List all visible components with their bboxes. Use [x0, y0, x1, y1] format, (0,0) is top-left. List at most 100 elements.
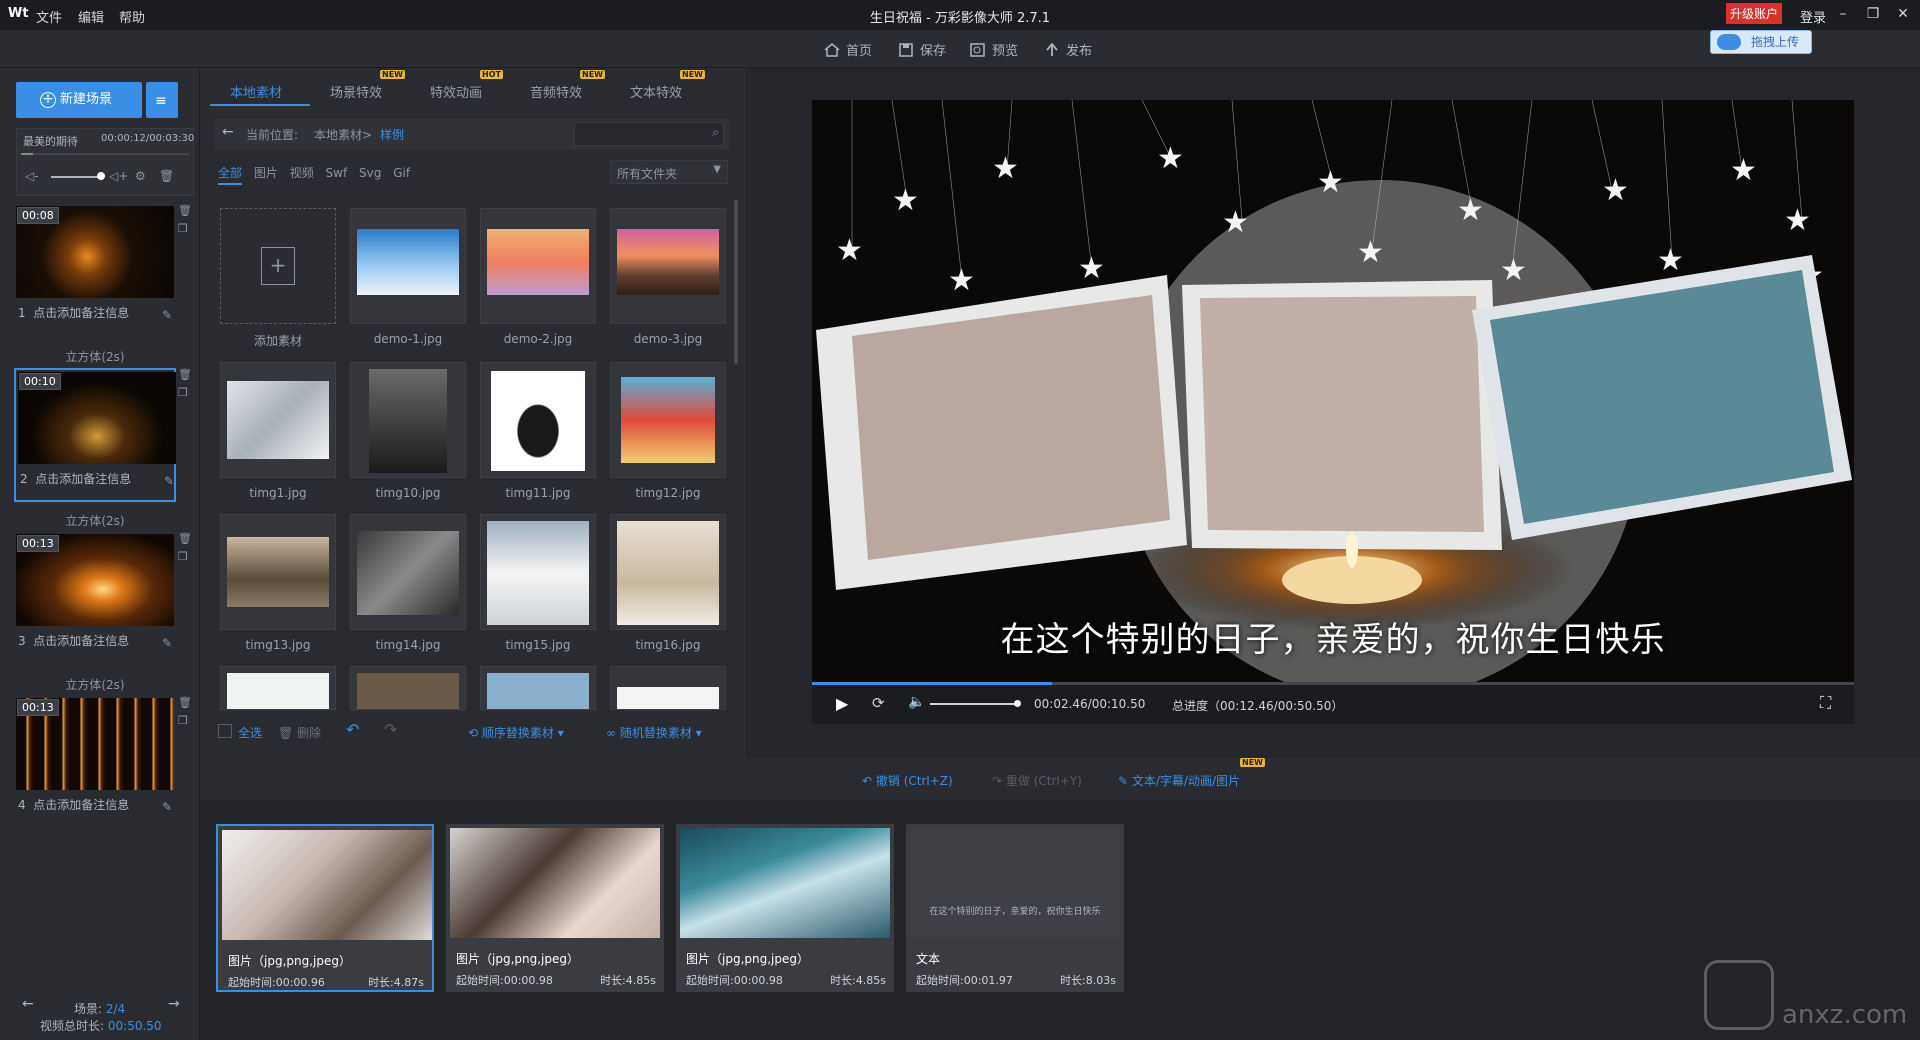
volume-knob[interactable] — [1014, 700, 1021, 707]
cloud-upload-button[interactable]: 拖拽上传 — [1710, 30, 1812, 54]
undo-icon[interactable]: ↶ — [346, 720, 359, 739]
close-icon[interactable]: ✕ — [1892, 4, 1914, 24]
timeline-item[interactable]: 在这个特别的日子，亲爱的，祝你生日快乐 文本 起始时间:00:01.97 时长:… — [906, 824, 1124, 992]
replay-icon[interactable]: ⟳ — [872, 694, 885, 712]
location-current[interactable]: 样例 — [380, 126, 404, 143]
edit-icon[interactable]: ✎ — [164, 474, 174, 488]
volume-down-icon[interactable]: ◁- — [25, 169, 39, 183]
material-item[interactable]: timg16.jpg — [610, 514, 726, 652]
volume-knob[interactable] — [97, 172, 105, 180]
location-path[interactable]: 本地素材> — [314, 126, 372, 143]
fullscreen-icon[interactable]: ⛶ — [1820, 693, 1831, 713]
redo-icon[interactable]: ↷ — [384, 720, 397, 739]
redo-button[interactable]: ↷ 重做 (Ctrl+Y) — [992, 772, 1082, 789]
filter-svg[interactable]: Svg — [359, 166, 381, 180]
preview-canvas[interactable]: ★★★★ ★★★★ ★★★★ ★★★★ 在这个特别的日子，亲爱的，祝你生日快乐 … — [812, 100, 1854, 724]
material-item[interactable] — [350, 666, 466, 710]
minimize-icon[interactable]: – — [1832, 4, 1854, 24]
add-material-tile[interactable]: + 添加素材 — [220, 208, 336, 348]
material-item[interactable]: timg11.jpg — [480, 362, 596, 500]
material-item[interactable]: timg14.jpg — [350, 514, 466, 652]
volume-slider[interactable] — [930, 703, 1018, 705]
preview-button[interactable]: 预览 — [970, 40, 1018, 59]
tab-effect-animation[interactable]: 特效动画 HOT — [410, 70, 510, 106]
prev-scene-icon[interactable]: ← — [22, 996, 34, 1012]
search-icon[interactable]: ⌕ — [712, 125, 719, 140]
add-text-button[interactable]: ✎ 文本/字幕/动画/图片 — [1118, 772, 1240, 789]
save-button[interactable]: 保存 — [898, 40, 946, 59]
select-all-label[interactable]: 全选 — [238, 724, 262, 741]
random-replace-button[interactable]: ∞ 随机替换素材 ▾ — [606, 724, 702, 741]
material-item[interactable]: timg1.jpg — [220, 362, 336, 500]
select-all-checkbox[interactable] — [218, 724, 232, 738]
undo-button[interactable]: ↶ 撤销 (Ctrl+Z) — [862, 772, 953, 789]
delete-scene-icon[interactable]: 🗑 — [178, 532, 192, 545]
delete-scene-icon[interactable]: 🗑 — [178, 696, 192, 709]
next-scene-icon[interactable]: → — [168, 996, 180, 1012]
volume-icon[interactable]: 🔈 — [908, 694, 925, 710]
material-item[interactable]: timg15.jpg — [480, 514, 596, 652]
scene-card[interactable]: 00:13 3 点击添加备注信息 ✎ — [14, 532, 176, 666]
delete-scene-icon[interactable]: 🗑 — [178, 368, 192, 381]
tab-text-effects[interactable]: 文本特效 NEW — [610, 70, 710, 106]
trash-icon[interactable]: 🗑 — [159, 169, 174, 183]
material-item[interactable]: demo-3.jpg — [610, 208, 726, 346]
music-progress[interactable] — [21, 153, 189, 155]
material-item[interactable]: demo-2.jpg — [480, 208, 596, 346]
delete-button[interactable]: 🗑 删除 — [278, 724, 321, 741]
folder-select[interactable]: 所有文件夹 ▼ — [610, 160, 728, 184]
material-item[interactable]: demo-1.jpg — [350, 208, 466, 346]
search-input[interactable]: ⌕ — [574, 122, 724, 146]
transition-label[interactable]: 立方体(2s) — [0, 512, 190, 529]
restore-icon[interactable]: ❐ — [1862, 4, 1884, 24]
timeline-item[interactable]: 图片（jpg,png,jpeg） 起始时间:00:00.98 时长:4.85s — [676, 824, 894, 992]
edit-icon[interactable]: ✎ — [162, 800, 172, 814]
scrollbar[interactable] — [734, 200, 738, 364]
copy-scene-icon[interactable]: ❐ — [178, 550, 188, 563]
delete-scene-icon[interactable]: 🗑 — [178, 204, 192, 217]
upgrade-button[interactable]: 升级账户 — [1726, 3, 1783, 24]
transition-label[interactable]: 立方体(2s) — [0, 348, 190, 365]
timeline-item[interactable]: 图片（jpg,png,jpeg） 起始时间:00:00.98 时长:4.85s — [446, 824, 664, 992]
edit-icon[interactable]: ✎ — [162, 636, 172, 650]
tab-local[interactable]: 本地素材 — [210, 70, 310, 106]
home-button[interactable]: 首页 — [824, 40, 872, 59]
scene-note[interactable]: 2 点击添加备注信息 — [20, 470, 131, 487]
timeline-item[interactable]: 图片（jpg,png,jpeg） 起始时间:00:00.96 时长:4.87s — [216, 824, 434, 992]
material-item[interactable] — [610, 666, 726, 710]
scene-note[interactable]: 3 点击添加备注信息 — [18, 632, 129, 649]
play-icon[interactable]: ▶ — [836, 694, 848, 713]
material-item[interactable] — [220, 666, 336, 710]
material-item[interactable]: timg13.jpg — [220, 514, 336, 652]
volume-up-icon[interactable]: ◁+ — [109, 169, 128, 183]
tab-audio-effects[interactable]: 音频特效 NEW — [510, 70, 610, 106]
login-link[interactable]: 登录 — [1800, 7, 1826, 26]
filter-video[interactable]: 视频 — [290, 166, 314, 180]
preview-progress[interactable] — [812, 682, 1854, 685]
scene-card-selected[interactable]: 00:10 2 点击添加备注信息 ✎ — [14, 368, 176, 502]
scene-note[interactable]: 4 点击添加备注信息 — [18, 796, 129, 813]
sequential-replace-button[interactable]: ⟲ 顺序替换素材 ▾ — [468, 724, 564, 741]
scene-note[interactable]: 1 点击添加备注信息 — [18, 304, 129, 321]
material-item[interactable]: timg10.jpg — [350, 362, 466, 500]
publish-button[interactable]: 发布 — [1044, 40, 1092, 59]
scene-card[interactable]: 00:13 4 点击添加备注信息 ✎ — [14, 696, 176, 830]
transition-label[interactable]: 立方体(2s) — [0, 676, 190, 693]
volume-slider[interactable] — [51, 176, 99, 178]
edit-icon[interactable]: ✎ — [162, 308, 172, 322]
copy-scene-icon[interactable]: ❐ — [178, 714, 188, 727]
material-item[interactable] — [480, 666, 596, 710]
back-arrow-icon[interactable]: ← — [222, 124, 234, 140]
material-item[interactable]: timg12.jpg — [610, 362, 726, 500]
filter-gif[interactable]: Gif — [393, 166, 410, 180]
filter-all[interactable]: 全部 — [218, 166, 243, 185]
scene-settings-button[interactable]: ≡ — [146, 82, 178, 118]
tab-scene-effects[interactable]: 场景特效 NEW — [310, 70, 410, 106]
scene-card[interactable]: 00:08 1 点击添加备注信息 ✎ — [14, 204, 176, 338]
gear-icon[interactable]: ⚙ — [135, 169, 146, 183]
copy-scene-icon[interactable]: ❐ — [178, 386, 188, 399]
filter-image[interactable]: 图片 — [254, 166, 278, 180]
new-scene-button[interactable]: + 新建场景 — [16, 82, 142, 118]
filter-swf[interactable]: Swf — [326, 166, 348, 180]
copy-scene-icon[interactable]: ❐ — [178, 222, 188, 235]
